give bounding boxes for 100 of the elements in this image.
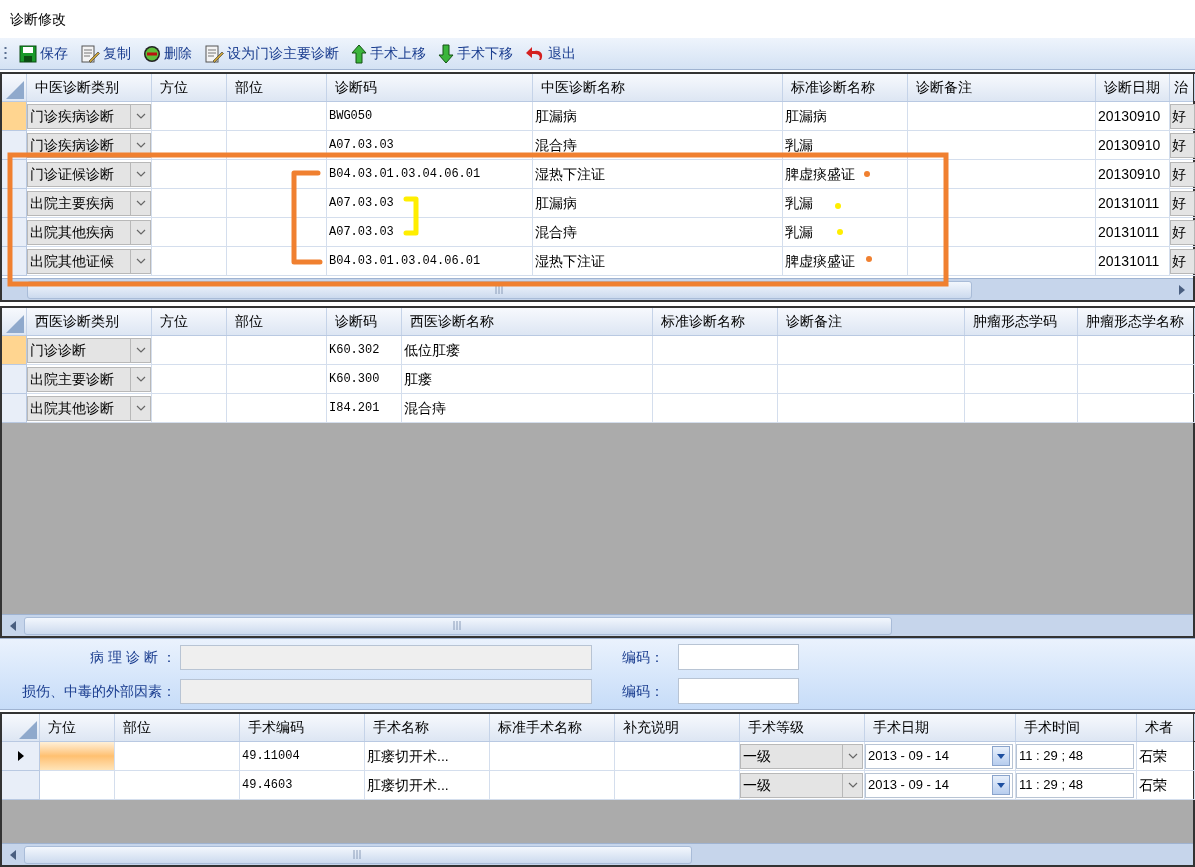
select-all-corner-icon[interactable] (6, 81, 24, 99)
grip-icon (453, 621, 463, 630)
toolbar-button[interactable]: 复制 (80, 43, 131, 64)
chevron-down-icon (847, 753, 858, 759)
toolbar-button[interactable]: 退出 (525, 43, 576, 64)
date-picker[interactable]: 2013 - 09 - 14 (865, 743, 1013, 769)
column-header[interactable]: 手术编码 (240, 714, 365, 741)
column-header[interactable]: 诊断备注 (778, 308, 965, 335)
marker-dot (837, 229, 843, 235)
column-header[interactable]: 部位 (227, 74, 327, 101)
toolbar-button[interactable]: 删除 (143, 43, 192, 64)
column-header[interactable]: 标准诊断名称 (653, 308, 778, 335)
category-dropdown[interactable]: 出院主要诊断 (27, 366, 151, 392)
treatment-dropdown[interactable]: 好 (1170, 248, 1195, 274)
column-header[interactable]: 治 (1170, 74, 1195, 101)
column-header[interactable]: 手术时间 (1016, 714, 1137, 741)
chevron-down-icon (135, 229, 146, 235)
column-header[interactable]: 手术等级 (740, 714, 865, 741)
treatment-dropdown[interactable]: 好 (1170, 219, 1195, 245)
column-header[interactable]: 部位 (115, 714, 240, 741)
table-cell: B04.03.01.03.04.06.01 (327, 160, 533, 189)
code-field[interactable] (678, 678, 799, 704)
column-header[interactable]: 西医诊断名称 (402, 308, 653, 335)
table-cell: A07.03.03 (327, 131, 533, 160)
toolbar-button[interactable]: 设为门诊主要诊断 (204, 43, 339, 64)
column-header[interactable]: 诊断码 (327, 74, 533, 101)
document-pen-icon (204, 44, 224, 63)
grip-icon (353, 850, 363, 859)
column-header[interactable]: 诊断备注 (908, 74, 1096, 101)
time-field[interactable]: 11 : 29 ; 48 (1016, 772, 1134, 798)
treatment-dropdown[interactable]: 好 (1170, 132, 1195, 158)
dropdown-arrow-icon (997, 782, 1005, 788)
table-cell: A07.03.03 (327, 189, 533, 218)
category-dropdown[interactable]: 出院其他证候 (27, 248, 151, 274)
date-picker[interactable]: 2013 - 09 - 14 (865, 772, 1013, 798)
chevron-down-icon (135, 258, 146, 264)
category-dropdown[interactable]: 门诊诊断 (27, 337, 151, 363)
scroll-right-icon[interactable] (1179, 284, 1185, 295)
row-header[interactable] (2, 742, 40, 771)
grip-icon (494, 285, 505, 294)
category-dropdown[interactable]: 出院其他诊断 (27, 395, 151, 421)
column-header[interactable]: 肿瘤形态学码 (965, 308, 1078, 335)
select-all-corner-icon[interactable] (19, 721, 37, 739)
time-field[interactable]: 11 : 29 ; 48 (1016, 743, 1134, 769)
category-dropdown[interactable]: 出院主要疾病 (27, 190, 151, 216)
column-header[interactable]: 方位 (40, 714, 115, 741)
scrollbar-thumb[interactable] (24, 845, 692, 864)
chevron-down-icon (135, 405, 146, 411)
dropdown-arrow-icon (997, 753, 1005, 759)
horizontal-scrollbar[interactable] (2, 614, 1193, 636)
chevron-down-icon (135, 200, 146, 206)
chevron-down-icon (135, 171, 146, 177)
horizontal-scrollbar[interactable] (2, 843, 1193, 865)
field-label: 编码： (622, 681, 665, 701)
chevron-down-icon (847, 782, 858, 788)
column-header[interactable]: 中医诊断名称 (533, 74, 783, 101)
column-header[interactable]: 西医诊断类别 (27, 308, 152, 335)
column-header[interactable]: 诊断日期 (1096, 74, 1170, 101)
column-header[interactable]: 中医诊断类别 (27, 74, 152, 101)
bracket-drawing (403, 196, 419, 236)
code-field[interactable] (678, 644, 799, 670)
table-cell: 肛漏病 (533, 102, 783, 131)
row-pointer-icon (17, 751, 24, 761)
column-header[interactable]: 标准手术名称 (490, 714, 615, 741)
arrow-down-icon (438, 43, 454, 64)
table-cell: 混合痔 (533, 131, 783, 160)
table-cell: 肛漏病 (783, 102, 908, 131)
toolbar-button[interactable]: 手术下移 (438, 43, 513, 64)
column-header[interactable]: 补充说明 (615, 714, 740, 741)
category-dropdown[interactable]: 门诊疾病诊断 (27, 103, 151, 129)
scroll-left-icon[interactable] (10, 849, 16, 860)
column-header[interactable]: 标准诊断名称 (783, 74, 908, 101)
marker-dot (864, 171, 870, 177)
marker-dot (835, 203, 841, 209)
table-cell: 肛漏病 (533, 189, 783, 218)
column-header[interactable]: 部位 (227, 308, 327, 335)
treatment-dropdown[interactable]: 好 (1170, 103, 1195, 129)
column-header[interactable]: 方位 (152, 308, 227, 335)
treatment-dropdown[interactable]: 好 (1170, 161, 1195, 187)
window-title: 诊断修改 (10, 9, 66, 29)
scroll-left-icon[interactable] (10, 620, 16, 631)
category-dropdown[interactable]: 出院其他疾病 (27, 219, 151, 245)
field-label: 病 理 诊 断 ： (89, 647, 176, 667)
treatment-dropdown[interactable]: 好 (1170, 190, 1195, 216)
column-header[interactable]: 肿瘤形态学名称 (1078, 308, 1195, 335)
table-cell: 湿热下注证 (533, 160, 783, 189)
category-dropdown[interactable]: 门诊证候诊断 (27, 161, 151, 187)
level-dropdown[interactable]: 一级 (740, 772, 863, 798)
column-header[interactable]: 术者 (1137, 714, 1195, 741)
table-cell: B04.03.01.03.04.06.01 (327, 247, 533, 276)
column-header[interactable]: 手术日期 (865, 714, 1016, 741)
save-icon (19, 44, 37, 63)
toolbar-button[interactable]: 手术上移 (351, 43, 426, 64)
column-header[interactable]: 手术名称 (365, 714, 490, 741)
toolbar-button[interactable]: 保存 (19, 43, 68, 64)
level-dropdown[interactable]: 一级 (740, 743, 863, 769)
select-all-corner-icon[interactable] (6, 315, 24, 333)
column-header[interactable]: 方位 (152, 74, 227, 101)
scrollbar-thumb[interactable] (24, 616, 892, 635)
column-header[interactable]: 诊断码 (327, 308, 402, 335)
